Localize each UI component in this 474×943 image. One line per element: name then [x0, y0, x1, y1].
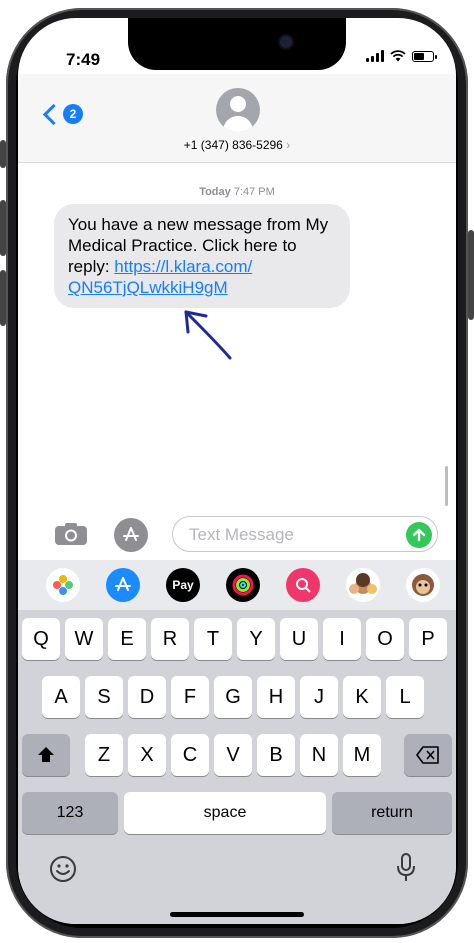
- key-z[interactable]: Z: [85, 734, 123, 776]
- key-n[interactable]: N: [300, 734, 338, 776]
- imessage-app-drawer: Pay: [18, 560, 456, 610]
- delete-icon: [416, 746, 439, 764]
- back-button[interactable]: 2: [42, 103, 83, 125]
- animoji-app-icon[interactable]: [406, 568, 440, 602]
- conversation-header: 2 +1 (347) 836-5296 ›: [18, 74, 456, 163]
- key-g[interactable]: G: [214, 676, 252, 718]
- power-button: [468, 230, 474, 320]
- message-timestamp: Today 7:47 PM: [18, 186, 456, 198]
- key-e[interactable]: E: [108, 618, 146, 660]
- chevron-left-icon: [42, 103, 65, 125]
- app-store-icon[interactable]: [114, 518, 148, 552]
- key-f[interactable]: F: [171, 676, 209, 718]
- key-h[interactable]: H: [257, 676, 295, 718]
- text-message-field[interactable]: [172, 516, 438, 552]
- battery-icon: [412, 50, 437, 62]
- photos-app-icon[interactable]: [46, 568, 80, 602]
- home-indicator[interactable]: [170, 912, 304, 917]
- key-q[interactable]: Q: [22, 618, 60, 660]
- emoji-icon[interactable]: [48, 854, 78, 884]
- status-time: 7:49: [66, 50, 101, 69]
- key-i[interactable]: I: [323, 618, 361, 660]
- unread-badge: 2: [63, 104, 83, 124]
- apple-pay-label: Pay: [172, 578, 194, 592]
- received-message-bubble[interactable]: You have a new message from My Medical P…: [54, 204, 350, 308]
- timestamp-time: 7:47 PM: [233, 186, 275, 198]
- numbers-key[interactable]: 123: [22, 792, 118, 834]
- contact-name[interactable]: +1 (347) 836-5296 ›: [18, 138, 456, 152]
- timestamp-day: Today: [199, 186, 231, 198]
- keyboard: Pay Q W E R T Y U I O P A S D F G H J K …: [18, 560, 456, 924]
- app-store-app-icon[interactable]: [106, 568, 140, 602]
- key-l[interactable]: L: [386, 676, 424, 718]
- contact-avatar[interactable]: [216, 88, 260, 132]
- space-key[interactable]: space: [124, 792, 326, 834]
- microphone-icon[interactable]: [394, 852, 418, 884]
- volume-up-button: [0, 200, 6, 256]
- key-v[interactable]: V: [214, 734, 252, 776]
- key-d[interactable]: D: [128, 676, 166, 718]
- volume-down-button: [0, 270, 6, 326]
- shift-icon: [38, 747, 54, 762]
- contact-number: +1 (347) 836-5296: [183, 138, 283, 152]
- key-a[interactable]: A: [42, 676, 80, 718]
- memoji-app-icon[interactable]: [346, 568, 380, 602]
- key-b[interactable]: B: [257, 734, 295, 776]
- images-search-app-icon[interactable]: [286, 568, 320, 602]
- key-c[interactable]: C: [171, 734, 209, 776]
- status-icons: [366, 50, 437, 62]
- scrollbar[interactable]: [445, 466, 448, 506]
- notch: [128, 18, 346, 70]
- chevron-right-icon: ›: [286, 138, 291, 152]
- wifi-icon: [390, 50, 406, 62]
- hand-drawn-arrow: [184, 310, 232, 360]
- apple-pay-app-icon[interactable]: Pay: [166, 568, 200, 602]
- return-key[interactable]: return: [332, 792, 452, 834]
- message-composer: [18, 512, 456, 558]
- delete-key[interactable]: [404, 734, 452, 776]
- key-o[interactable]: O: [366, 618, 404, 660]
- key-y[interactable]: Y: [237, 618, 275, 660]
- activity-app-icon[interactable]: [226, 568, 260, 602]
- key-j[interactable]: J: [300, 676, 338, 718]
- text-message-input[interactable]: [187, 523, 391, 547]
- front-camera: [278, 34, 294, 50]
- key-w[interactable]: W: [65, 618, 103, 660]
- key-p[interactable]: P: [409, 618, 447, 660]
- key-s[interactable]: S: [85, 676, 123, 718]
- shift-key[interactable]: [22, 734, 70, 776]
- key-m[interactable]: M: [343, 734, 381, 776]
- arrow-up-icon: [412, 528, 426, 542]
- send-button[interactable]: [406, 522, 432, 548]
- key-k[interactable]: K: [343, 676, 381, 718]
- camera-icon[interactable]: [54, 522, 88, 546]
- key-x[interactable]: X: [128, 734, 166, 776]
- key-u[interactable]: U: [280, 618, 318, 660]
- key-t[interactable]: T: [194, 618, 232, 660]
- cellular-signal-icon: [366, 50, 384, 62]
- silent-switch: [0, 140, 6, 168]
- screen: 7:49 2 +1 (347) 836-5296 › Today 7:47 PM…: [18, 18, 456, 924]
- key-r[interactable]: R: [151, 618, 189, 660]
